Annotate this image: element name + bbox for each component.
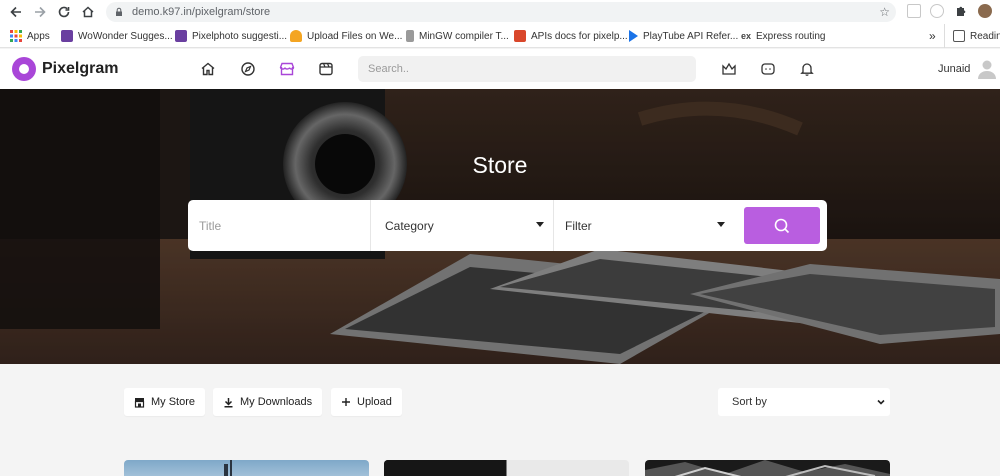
store-filter-bar: Category Filter	[188, 200, 827, 251]
bookmark-favicon	[290, 30, 302, 42]
bookmark-wowonder[interactable]: WoWonder Sugges...	[61, 24, 173, 48]
chevron-down-icon	[877, 399, 885, 405]
search-icon	[774, 218, 790, 233]
notifications-bell-icon[interactable]	[797, 59, 817, 79]
store-search-button[interactable]	[744, 207, 820, 244]
url-text: demo.k97.in/pixelgram/store	[132, 6, 271, 18]
address-bar[interactable]: demo.k97.in/pixelgram/store ☆	[106, 2, 896, 22]
pixelgram-logo-icon	[12, 57, 36, 81]
card-thumbnail-image	[384, 460, 506, 476]
lock-icon	[116, 7, 122, 16]
logo-text: Pixelgram	[42, 60, 119, 77]
crown-icon[interactable]	[719, 59, 739, 79]
back-icon[interactable]	[4, 0, 28, 24]
sort-by-select[interactable]: Sort by	[718, 388, 890, 416]
forward-icon[interactable]	[28, 0, 52, 24]
chevron-down-icon	[536, 222, 544, 227]
bookmark-upload-files[interactable]: Upload Files on We...	[290, 24, 402, 48]
bookmark-playtube[interactable]: PlayTube API Refer...	[629, 24, 738, 48]
user-avatar-icon[interactable]	[976, 58, 998, 80]
bookmark-apis-docs[interactable]: APIs docs for pixelp...	[514, 24, 628, 48]
app-header: Pixelgram Junaid	[0, 49, 1000, 89]
card-thumbnail-image	[645, 460, 890, 476]
store-title: Store	[472, 152, 528, 178]
download-icon	[224, 397, 233, 407]
category-select[interactable]: Category	[371, 200, 553, 251]
my-downloads-button[interactable]: My Downloads	[213, 388, 323, 416]
browser-toolbar: demo.k97.in/pixelgram/store ☆	[0, 0, 1000, 24]
reading-list[interactable]: Reading list	[944, 24, 1000, 48]
bookmark-favicon	[514, 30, 526, 42]
nav-store-icon[interactable]	[277, 59, 297, 79]
logo[interactable]: Pixelgram	[12, 57, 118, 81]
store-content: My Store My Downloads Upload Sort by	[0, 364, 1000, 476]
profile-avatar-icon[interactable]	[978, 4, 992, 18]
extension-face-icon[interactable]	[930, 4, 944, 18]
store-item-card[interactable]	[384, 460, 629, 476]
chevron-down-icon	[717, 222, 725, 227]
store-item-card[interactable]	[124, 460, 369, 476]
extension-box-icon[interactable]	[907, 4, 921, 18]
extensions-puzzle-icon[interactable]	[954, 4, 968, 18]
bookmark-mingw[interactable]: MinGW compiler T...	[406, 24, 509, 48]
bookmarks-bar: Apps WoWonder Sugges... Pixelphoto sugge…	[0, 24, 1000, 48]
bookmark-favicon	[175, 30, 187, 42]
title-filter-input[interactable]	[188, 200, 370, 251]
bookmark-favicon	[406, 30, 414, 42]
upload-button[interactable]: Upload	[331, 388, 402, 416]
bookmark-pixelphoto[interactable]: Pixelphoto suggesti...	[175, 24, 287, 48]
nav-explore-icon[interactable]	[238, 59, 258, 79]
search-input[interactable]	[358, 56, 696, 82]
username[interactable]: Junaid	[938, 63, 970, 75]
bookmark-favicon: ex	[741, 31, 752, 41]
store-hero-banner: Store Category Filter	[0, 89, 1000, 364]
my-store-button[interactable]: My Store	[124, 388, 206, 416]
play-icon	[629, 30, 638, 42]
reload-icon[interactable]	[52, 0, 76, 24]
reading-list-icon	[953, 30, 965, 42]
bookmark-favicon	[61, 30, 73, 42]
card-thumbnail-image	[224, 460, 232, 476]
messages-icon[interactable]	[758, 59, 778, 79]
store-item-card[interactable]	[645, 460, 890, 476]
bookmarks-overflow-icon[interactable]: »	[929, 24, 936, 48]
nav-home-icon[interactable]	[198, 59, 218, 79]
bookmark-star-icon[interactable]: ☆	[879, 5, 890, 19]
apps-grid-icon	[10, 30, 22, 42]
bookmark-apps[interactable]: Apps	[10, 24, 50, 48]
filter-select[interactable]: Filter	[554, 200, 736, 251]
nav-reels-icon[interactable]	[316, 59, 336, 79]
plus-icon	[342, 398, 350, 406]
home-icon[interactable]	[76, 0, 100, 24]
store-icon	[134, 397, 145, 408]
bookmark-express[interactable]: ex Express routing	[741, 24, 826, 48]
